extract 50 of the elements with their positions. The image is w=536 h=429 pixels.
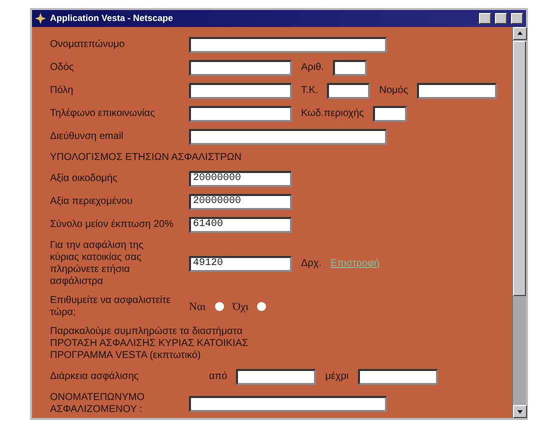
field-label: Τηλέφωνο επικοινωνίας: [50, 108, 156, 120]
app-icon: [35, 12, 46, 24]
field-label: Κωδ.περιοχής: [301, 108, 364, 120]
field-label: Ονοματεπώνυμο: [50, 38, 126, 51]
field-label: ΟΝΟΜΑΤΕΠΩΝΥΜΟ ΑΣΦΑΛΙΖΟΜΕΝΟΥ :: [50, 392, 146, 416]
input-field[interactable]: [189, 60, 292, 76]
input-field[interactable]: [358, 368, 438, 385]
input-field[interactable]: [189, 36, 387, 53]
scroll-thumb[interactable]: [513, 40, 526, 296]
field-label: Πόλη: [50, 84, 74, 97]
field-label: Αξία οικοδομής: [50, 172, 118, 185]
minimize-button[interactable]: [479, 12, 491, 24]
field-label: μέχρι: [325, 371, 349, 382]
input-field[interactable]: 20000000: [189, 194, 292, 210]
input-field[interactable]: 49120: [189, 256, 292, 272]
field-label: Διάρκεια ασφάλισης: [50, 370, 140, 383]
input-field[interactable]: [236, 368, 316, 385]
input-field[interactable]: 20000000: [189, 170, 292, 187]
field-label: Τ.Κ.: [301, 85, 318, 96]
option-label: Ναι: [189, 300, 206, 313]
field-label: Διεύθυνση email: [50, 130, 124, 143]
field-label: Αριθ.: [301, 62, 324, 74]
field-label: Αξία περιεχομένου: [50, 196, 134, 208]
scrollbar[interactable]: [512, 26, 526, 418]
field-label: από: [209, 371, 228, 382]
radio-button[interactable]: [257, 302, 266, 312]
scroll-down-icon[interactable]: [513, 405, 527, 418]
scroll-up-icon[interactable]: [513, 26, 527, 40]
close-button[interactable]: [511, 12, 523, 24]
form-note: Παρακαλούμε συμπληρώστε τα διαστήματα ΠΡΟΤΑΣΗ ΑΣΦΑΛΙΣΗΣ ΚΥΡΙΑΣ ΚΑΤΟΙΚΙΑΣ ΠΡΟΓΡΑΜΜΑ VESTA (εκπτωτικό): [50, 326, 250, 362]
input-field[interactable]: [372, 106, 407, 122]
input-field[interactable]: [332, 60, 367, 76]
field-label: Για την ασφάλιση της κύριας κατοικίας σας πληρώνετε ετήσια ασφάλιστρα: [50, 240, 144, 288]
field-label: Νομός: [379, 85, 408, 96]
input-field[interactable]: [189, 106, 292, 122]
window-title: Application Vesta - Netscape: [50, 13, 174, 24]
input-field[interactable]: [189, 128, 387, 145]
option-label: Όχι: [232, 300, 248, 313]
form-note: ΥΠΟΛΟΓΙΣΜΟΣ ΕΤΗΣΙΩΝ ΑΣΦΑΛΙΣΤΡΩΝ: [50, 152, 242, 164]
input-field[interactable]: 61400: [189, 216, 292, 233]
maximize-button[interactable]: [495, 12, 507, 24]
radio-button[interactable]: [214, 302, 224, 312]
field-label: Δρχ.: [301, 258, 322, 270]
input-field[interactable]: [189, 396, 387, 412]
input-field[interactable]: [417, 82, 498, 99]
field-label: Επιθυμείτε να ασφαλιστείτε τώρα;: [50, 294, 172, 319]
field-label: Οδός: [50, 62, 75, 74]
input-field[interactable]: [189, 82, 292, 99]
field-label: Σύνολο μείον έκπτωση 20%: [50, 218, 174, 231]
input-field[interactable]: [327, 82, 370, 99]
